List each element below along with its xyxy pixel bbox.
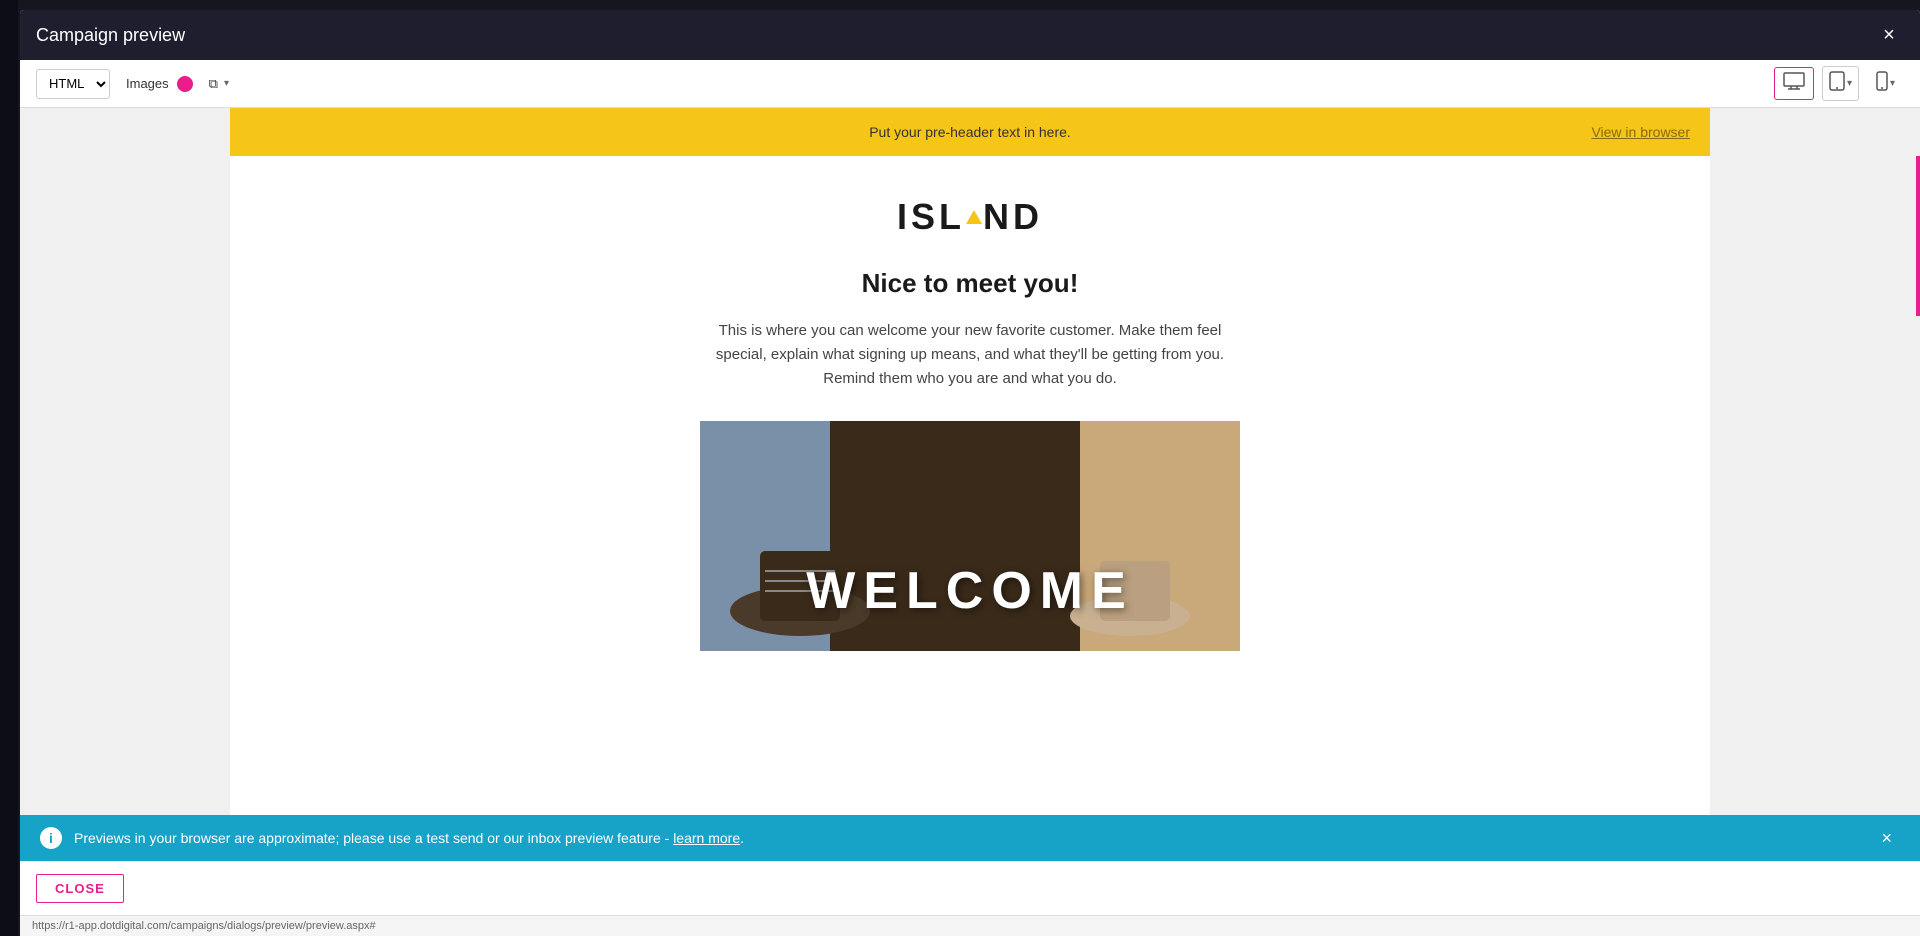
tablet-view-button[interactable]: ▾ xyxy=(1822,66,1859,101)
images-label: Images xyxy=(126,76,169,91)
status-url: https://r1-app.dotdigital.com/campaigns/… xyxy=(32,920,376,932)
preheader-bar: Put your pre-header text in here. View i… xyxy=(230,108,1710,156)
mobile-view-button[interactable]: ▾ xyxy=(1867,66,1904,101)
email-body-text: This is where you can welcome your new f… xyxy=(710,319,1230,391)
scroll-indicator xyxy=(1916,156,1920,316)
copy-dropdown-arrow: ▾ xyxy=(224,78,229,89)
modal-title: Campaign preview xyxy=(36,25,185,46)
toolbar-left: HTML Text Images ⧉ ▾ xyxy=(36,69,229,99)
mobile-dropdown-arrow: ▾ xyxy=(1890,78,1895,89)
images-toggle[interactable]: Images xyxy=(126,76,193,92)
close-area: CLOSE xyxy=(20,861,1920,915)
email-body: ISLND Nice to meet you! This is where yo… xyxy=(230,156,1710,691)
modal-close-button[interactable]: × xyxy=(1874,20,1904,50)
info-icon: i xyxy=(40,827,62,849)
island-logo: ISLND xyxy=(897,196,1043,238)
email-container: Put your pre-header text in here. View i… xyxy=(230,108,1710,815)
modal-toolbar: HTML Text Images ⧉ ▾ xyxy=(20,60,1920,108)
toolbar-right: ▾ ▾ xyxy=(1774,66,1904,101)
copy-button[interactable]: ⧉ ▾ xyxy=(209,76,229,92)
copy-icon: ⧉ xyxy=(209,76,218,92)
close-button[interactable]: CLOSE xyxy=(36,874,124,903)
logo-triangle xyxy=(966,210,982,224)
tablet-icon xyxy=(1829,71,1845,96)
modal-header: Campaign preview × xyxy=(20,10,1920,60)
notification-bar: i Previews in your browser are approxima… xyxy=(20,815,1920,861)
mobile-icon xyxy=(1876,71,1888,96)
html-select[interactable]: HTML Text xyxy=(36,69,110,99)
learn-more-link[interactable]: learn more xyxy=(673,830,740,846)
preview-area[interactable]: Put your pre-header text in here. View i… xyxy=(20,108,1920,815)
desktop-view-button[interactable] xyxy=(1774,67,1814,100)
notification-close-button[interactable]: × xyxy=(1873,828,1900,849)
view-in-browser-link[interactable]: View in browser xyxy=(1591,124,1690,140)
notification-text: Previews in your browser are approximate… xyxy=(74,830,1873,846)
status-bar: https://r1-app.dotdigital.com/campaigns/… xyxy=(20,915,1920,936)
welcome-image-bg: WELCOME xyxy=(700,421,1240,651)
images-toggle-circle xyxy=(177,76,193,92)
preheader-text: Put your pre-header text in here. xyxy=(869,124,1071,140)
desktop-icon xyxy=(1783,72,1805,95)
logo-area: ISLND xyxy=(250,196,1690,238)
welcome-text: WELCOME xyxy=(806,561,1134,621)
welcome-image: WELCOME xyxy=(700,421,1240,651)
tablet-dropdown-arrow: ▾ xyxy=(1847,78,1852,89)
campaign-preview-modal: Campaign preview × HTML Text Images ⧉ ▾ xyxy=(20,10,1920,936)
email-headline: Nice to meet you! xyxy=(250,268,1690,299)
